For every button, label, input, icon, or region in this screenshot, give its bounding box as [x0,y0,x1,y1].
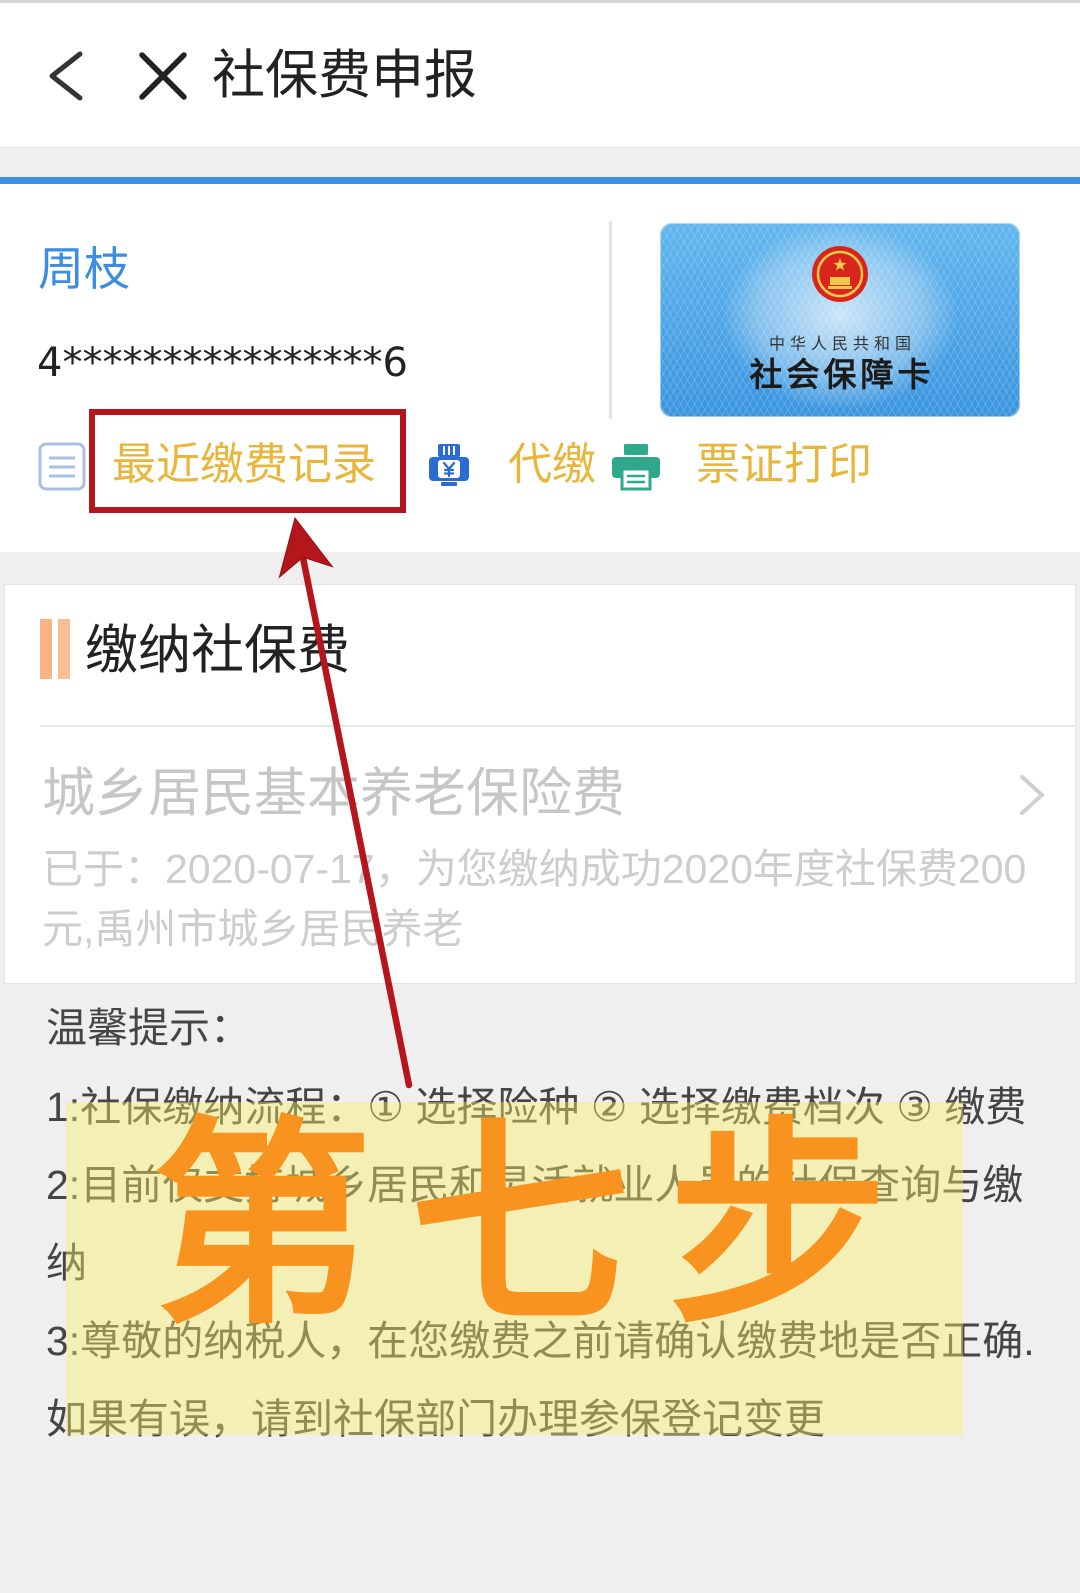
printer-icon [612,444,660,491]
annotation-step-label: 第七步 [152,1095,927,1354]
card-title-text: 社会保障卡 [749,356,935,393]
nav-bar: 社保费申报 [0,3,1080,148]
page-title: 社保费申报 [212,46,477,105]
insured-name: 周枝 [38,243,130,295]
payment-status-text: 已于：2020-07-17，为您缴纳成功2020年度社保费200 [42,846,1027,892]
insurance-item-row[interactable]: 城乡居民基本养老保险费 已于：2020-07-17，为您缴纳成功2020年度社保… [5,727,1075,983]
payment-icon [429,444,469,486]
screen: 社保费申报 周枝 4****************6 中华人民共和国 社会保障… [0,0,1080,1593]
receipt-print-label: 票证打印 [696,440,872,489]
masked-id-number: 4****************6 [37,340,408,386]
back-button[interactable] [46,50,86,102]
receipt-print-link[interactable]: 票证打印 [610,439,880,491]
annotation-highlight-box [89,409,406,513]
chevron-left-icon [49,51,83,101]
section-accent-bar [58,619,70,679]
close-button[interactable] [138,51,188,101]
proxy-payment-label: 代缴 [508,440,596,489]
list-icon [38,442,86,491]
pay-social-insurance-card: 缴纳社保费 城乡居民基本养老保险费 已于：2020-07-17，为您缴纳成功20… [4,584,1076,984]
social-security-card-image: 中华人民共和国 社会保障卡 [660,223,1020,417]
close-icon [139,52,187,100]
proxy-payment-link[interactable]: 代缴 [425,439,596,491]
section-accent-bar [40,619,52,679]
tips-heading: 温馨提示： [46,1005,251,1051]
national-emblem-icon [812,246,868,302]
section-title: 缴纳社保费 [85,621,350,680]
accent-divider [0,177,1080,184]
card-issuer-text: 中华人民共和国 [768,336,916,353]
insurance-item-name: 城乡居民基本养老保险费 [42,764,625,823]
payment-status-text: 元,禹州市城乡居民养老 [42,906,464,952]
vertical-divider [609,221,612,419]
chevron-right-icon [1020,775,1044,815]
